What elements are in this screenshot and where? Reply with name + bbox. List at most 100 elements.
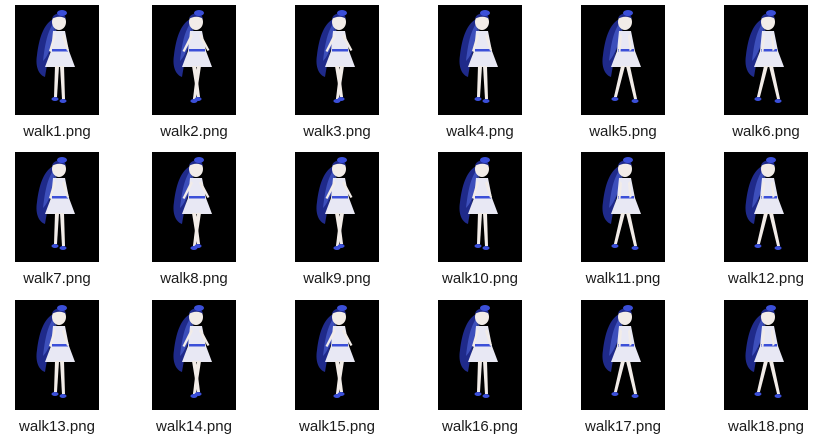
- leg-shape: [54, 66, 59, 97]
- shoe-shape: [333, 99, 341, 103]
- walking-figure-sprite: [745, 10, 784, 103]
- shoe-shape: [474, 97, 482, 101]
- file-name-label: walk9.png: [303, 270, 371, 287]
- image-thumbnail-icon: [152, 300, 236, 410]
- image-thumbnail-icon: [438, 5, 522, 115]
- dress-ribbon-shape: [475, 344, 491, 347]
- leg-shape: [756, 361, 768, 392]
- file-item-walk16[interactable]: walk16.png: [423, 300, 553, 445]
- file-name-label: walk16.png: [442, 418, 518, 435]
- shoe-shape: [631, 99, 639, 103]
- image-thumbnail-icon: [152, 5, 236, 115]
- hat-shape: [480, 305, 490, 311]
- shoe-shape: [754, 244, 762, 248]
- walking-figure-sprite: [173, 10, 212, 103]
- file-name-label: walk10.png: [442, 270, 518, 287]
- hat-shape: [337, 157, 347, 163]
- walking-figure-sprite: [36, 10, 75, 103]
- image-thumbnail-icon: [15, 300, 99, 410]
- image-thumbnail-icon: [438, 300, 522, 410]
- shoe-shape: [190, 394, 198, 398]
- shoe-shape: [482, 394, 490, 398]
- hat-shape: [337, 10, 347, 16]
- leg-shape: [626, 213, 638, 246]
- image-thumbnail-icon: [724, 152, 808, 262]
- shoe-shape: [611, 392, 619, 396]
- dress-ribbon-shape: [189, 49, 205, 52]
- walking-figure-sprite: [602, 305, 641, 398]
- file-item-walk7[interactable]: walk7.png: [0, 152, 130, 297]
- file-item-walk9[interactable]: walk9.png: [280, 152, 410, 297]
- walking-figure-sprite: [173, 157, 212, 250]
- hat-shape: [766, 305, 776, 311]
- walking-figure-sprite: [316, 10, 355, 103]
- shoe-shape: [754, 97, 762, 101]
- shoe-shape: [774, 246, 782, 250]
- image-thumbnail-icon: [581, 5, 665, 115]
- dress-ribbon-shape: [332, 344, 348, 347]
- image-thumbnail-icon: [581, 300, 665, 410]
- leg-shape: [626, 361, 638, 394]
- shoe-shape: [774, 99, 782, 103]
- file-item-walk8[interactable]: walk8.png: [137, 152, 267, 297]
- file-item-walk2[interactable]: walk2.png: [137, 5, 267, 150]
- shoe-shape: [333, 246, 341, 250]
- file-name-label: walk3.png: [303, 123, 371, 140]
- hat-shape: [194, 10, 204, 16]
- file-name-label: walk12.png: [728, 270, 804, 287]
- dress-ribbon-shape: [475, 49, 491, 52]
- walking-figure-sprite: [173, 305, 212, 398]
- hat-shape: [57, 305, 67, 311]
- file-item-walk15[interactable]: walk15.png: [280, 300, 410, 445]
- hat-shape: [623, 305, 633, 311]
- shoe-shape: [482, 99, 490, 103]
- leg-shape: [60, 361, 65, 394]
- leg-shape: [769, 66, 781, 99]
- shoe-shape: [59, 99, 67, 103]
- file-item-walk17[interactable]: walk17.png: [566, 300, 696, 445]
- image-thumbnail-icon: [438, 152, 522, 262]
- leg-shape: [769, 213, 781, 246]
- file-item-walk1[interactable]: walk1.png: [0, 5, 130, 150]
- walking-figure-sprite: [745, 305, 784, 398]
- file-item-walk18[interactable]: walk18.png: [709, 300, 813, 445]
- leg-shape: [54, 213, 59, 244]
- file-item-walk11[interactable]: walk11.png: [566, 152, 696, 297]
- hat-shape: [57, 157, 67, 163]
- file-name-label: walk11.png: [585, 270, 661, 287]
- file-item-walk5[interactable]: walk5.png: [566, 5, 696, 150]
- walking-figure-sprite: [36, 305, 75, 398]
- file-item-walk12[interactable]: walk12.png: [709, 152, 813, 297]
- walking-figure-sprite: [602, 10, 641, 103]
- walking-figure-sprite: [745, 157, 784, 250]
- file-name-label: walk13.png: [19, 418, 95, 435]
- hat-shape: [480, 157, 490, 163]
- file-item-walk10[interactable]: walk10.png: [423, 152, 553, 297]
- file-item-walk3[interactable]: walk3.png: [280, 5, 410, 150]
- image-thumbnail-icon: [581, 152, 665, 262]
- shoe-shape: [190, 246, 198, 250]
- image-thumbnail-icon: [724, 5, 808, 115]
- walking-figure-sprite: [316, 157, 355, 250]
- dress-ribbon-shape: [52, 344, 68, 347]
- leg-shape: [483, 66, 488, 99]
- leg-shape: [60, 213, 65, 246]
- leg-shape: [769, 361, 781, 394]
- shoe-shape: [474, 244, 482, 248]
- file-item-walk6[interactable]: walk6.png: [709, 5, 813, 150]
- image-thumbnail-icon: [15, 5, 99, 115]
- shoe-shape: [774, 394, 782, 398]
- shoe-shape: [59, 246, 67, 250]
- walking-figure-sprite: [602, 157, 641, 250]
- file-item-walk4[interactable]: walk4.png: [423, 5, 553, 150]
- leg-shape: [483, 213, 488, 246]
- image-thumbnail-icon: [295, 152, 379, 262]
- walking-figure-sprite: [459, 10, 498, 103]
- file-item-walk13[interactable]: walk13.png: [0, 300, 130, 445]
- file-name-label: walk6.png: [732, 123, 800, 140]
- file-item-walk14[interactable]: walk14.png: [137, 300, 267, 445]
- shoe-shape: [51, 97, 59, 101]
- leg-shape: [613, 66, 625, 97]
- shoe-shape: [754, 392, 762, 396]
- leg-shape: [477, 213, 482, 244]
